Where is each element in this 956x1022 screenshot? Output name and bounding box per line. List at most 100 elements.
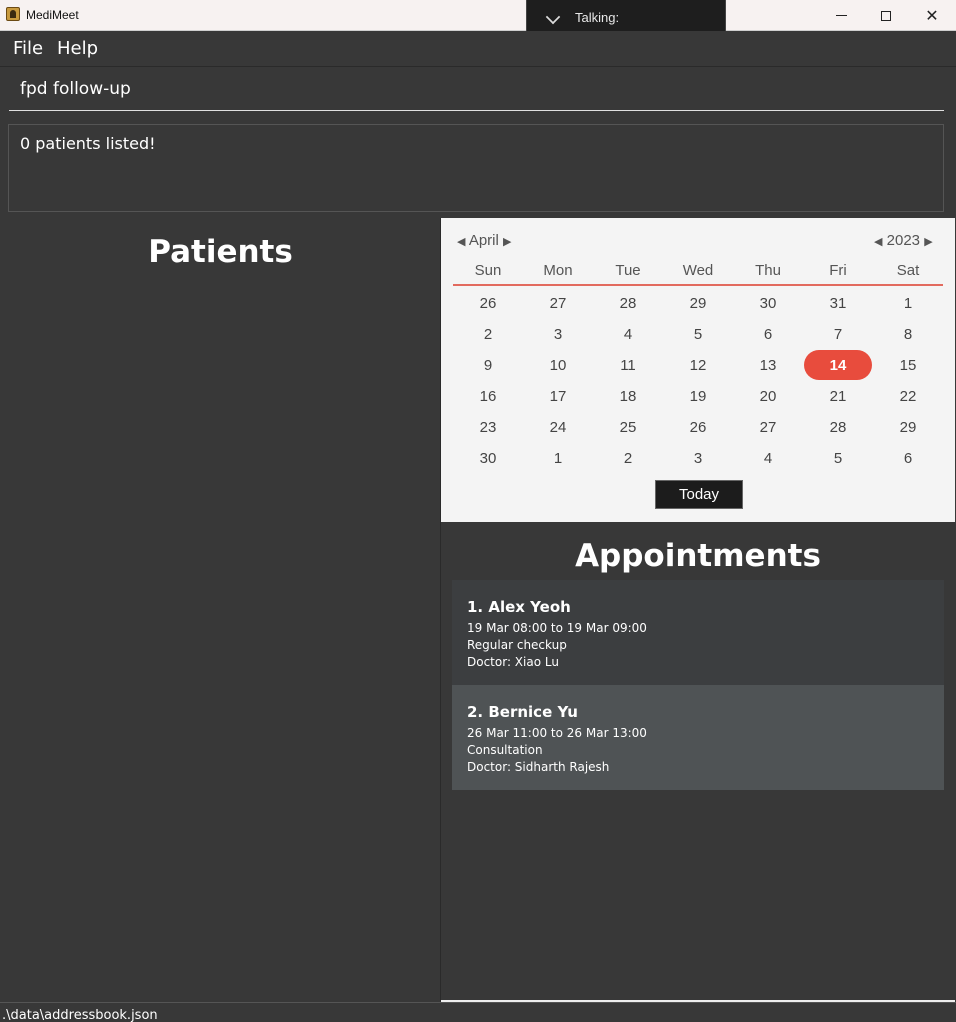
calendar-day-label: 25 bbox=[619, 419, 637, 436]
window-title: MediMeet bbox=[26, 8, 79, 22]
calendar-day[interactable]: 3 bbox=[663, 443, 733, 474]
appointments-title: Appointments bbox=[575, 538, 821, 574]
calendar-day[interactable]: 24 bbox=[523, 412, 593, 443]
calendar-day[interactable]: 11 bbox=[593, 350, 663, 381]
calendar-day-label: 6 bbox=[903, 450, 913, 467]
calendar-day[interactable]: 2 bbox=[593, 443, 663, 474]
menu-bar: File Help bbox=[0, 31, 956, 67]
prev-month-icon[interactable]: ◀ bbox=[457, 236, 465, 248]
calendar-day[interactable]: 5 bbox=[803, 443, 873, 474]
calendar-day-label: 15 bbox=[899, 357, 917, 374]
calendar-day[interactable]: 2 bbox=[453, 319, 523, 350]
appointment-description: Consultation bbox=[467, 743, 543, 757]
calendar-day-label: 8 bbox=[903, 326, 913, 343]
month-label: April bbox=[468, 232, 499, 249]
calendar-day[interactable]: 10 bbox=[523, 350, 593, 381]
calendar-day[interactable]: 26 bbox=[453, 288, 523, 319]
calendar-day-label: 22 bbox=[899, 388, 917, 405]
calendar-day[interactable]: 30 bbox=[453, 443, 523, 474]
calendar-day[interactable]: 29 bbox=[663, 288, 733, 319]
calendar-day-label: 17 bbox=[549, 388, 567, 405]
calendar-day[interactable]: 17 bbox=[523, 381, 593, 412]
calendar-day[interactable]: 28 bbox=[803, 412, 873, 443]
calendar-day-label: 19 bbox=[689, 388, 707, 405]
calendar-day[interactable]: 19 bbox=[663, 381, 733, 412]
calendar-day[interactable]: 16 bbox=[453, 381, 523, 412]
calendar-day-label: 6 bbox=[763, 326, 773, 343]
calendar-day[interactable]: 21 bbox=[803, 381, 873, 412]
maximize-icon bbox=[881, 10, 891, 21]
calendar-day[interactable]: 4 bbox=[733, 443, 803, 474]
weekday-label: Sun bbox=[474, 262, 502, 279]
calendar-day-label: 14 bbox=[829, 357, 847, 374]
calendar-day-label: 24 bbox=[549, 419, 567, 436]
next-year-icon[interactable]: ▶ bbox=[924, 236, 932, 248]
calendar-day[interactable]: 5 bbox=[663, 319, 733, 350]
calendar-day-label: 29 bbox=[899, 419, 917, 436]
calendar-day[interactable]: 23 bbox=[453, 412, 523, 443]
maximize-button[interactable] bbox=[863, 0, 909, 31]
calendar-day[interactable]: 18 bbox=[593, 381, 663, 412]
calendar-day[interactable]: 4 bbox=[593, 319, 663, 350]
calendar-day[interactable]: 9 bbox=[453, 350, 523, 381]
calendar-day[interactable]: 15 bbox=[873, 350, 943, 381]
minimize-button[interactable] bbox=[818, 0, 864, 31]
calendar-day[interactable]: 26 bbox=[663, 412, 733, 443]
calendar-day[interactable]: 6 bbox=[873, 443, 943, 474]
calendar-day[interactable]: 1 bbox=[873, 288, 943, 319]
year-nav: ◀ 2023 ▶ bbox=[874, 232, 933, 249]
patients-title: Patients bbox=[148, 234, 293, 270]
calendar-day-label: 18 bbox=[619, 388, 637, 405]
calendar-day-label: 20 bbox=[759, 388, 777, 405]
calendar-day[interactable]: 12 bbox=[663, 350, 733, 381]
appointment-card[interactable]: 1. Alex Yeoh 19 Mar 08:00 to 19 Mar 09:0… bbox=[452, 580, 944, 685]
appointment-doctor: Doctor: Sidharth Rajesh bbox=[467, 760, 610, 774]
calendar-day[interactable]: 3 bbox=[523, 319, 593, 350]
close-icon: ✕ bbox=[925, 6, 939, 25]
chevron-down-icon[interactable] bbox=[545, 9, 561, 25]
calendar-day[interactable]: 29 bbox=[873, 412, 943, 443]
calendar-day-label: 13 bbox=[759, 357, 777, 374]
calendar-day[interactable]: 27 bbox=[733, 412, 803, 443]
next-month-icon[interactable]: ▶ bbox=[503, 236, 511, 248]
calendar-day[interactable]: 13 bbox=[733, 350, 803, 381]
calendar-week-row: 2 3 4 5 6 7 8 bbox=[453, 319, 943, 350]
today-button[interactable]: Today bbox=[655, 480, 743, 509]
calendar-day-label: 30 bbox=[479, 450, 497, 467]
calendar-day[interactable]: 1 bbox=[523, 443, 593, 474]
calendar-day[interactable]: 30 bbox=[733, 288, 803, 319]
calendar-day-label: 29 bbox=[689, 295, 707, 312]
calendar-day[interactable]: 25 bbox=[593, 412, 663, 443]
close-button[interactable]: ✕ bbox=[909, 0, 955, 31]
calendar-day[interactable]: 6 bbox=[733, 319, 803, 350]
calendar-day-label: 28 bbox=[619, 295, 637, 312]
patients-panel: Patients bbox=[0, 218, 441, 1002]
calendar-day[interactable]: 31 bbox=[803, 288, 873, 319]
calendar-day[interactable]: 28 bbox=[593, 288, 663, 319]
weekday-label: Tue bbox=[615, 262, 641, 279]
menu-help[interactable]: Help bbox=[57, 38, 98, 59]
calendar-day[interactable]: 22 bbox=[873, 381, 943, 412]
menu-file[interactable]: File bbox=[13, 38, 43, 59]
result-message: 0 patients listed! bbox=[20, 134, 156, 153]
calendar-week-row: 9 10 11 12 13 14 15 bbox=[453, 350, 943, 381]
weekday-label: Sat bbox=[896, 262, 920, 279]
calendar-day[interactable]: 7 bbox=[803, 319, 873, 350]
command-input[interactable] bbox=[9, 68, 944, 111]
calendar-day-label: 28 bbox=[829, 419, 847, 436]
appointment-card[interactable]: 2. Bernice Yu 26 Mar 11:00 to 26 Mar 13:… bbox=[452, 685, 944, 790]
calendar-day-label: 3 bbox=[553, 326, 563, 343]
calendar-day-label: 2 bbox=[483, 326, 493, 343]
calendar-day[interactable]: 14 bbox=[803, 350, 873, 381]
calendar-day-label: 4 bbox=[623, 326, 633, 343]
calendar-day[interactable]: 8 bbox=[873, 319, 943, 350]
calendar-day[interactable]: 20 bbox=[733, 381, 803, 412]
calendar-day-label: 30 bbox=[759, 295, 777, 312]
calendar-day[interactable]: 27 bbox=[523, 288, 593, 319]
appointment-description: Regular checkup bbox=[467, 638, 567, 652]
status-file-path: .\data\addressbook.json bbox=[2, 1008, 158, 1022]
prev-year-icon[interactable]: ◀ bbox=[874, 236, 882, 248]
calendar-day-label: 11 bbox=[620, 357, 636, 374]
calendar-day-label: 26 bbox=[479, 295, 497, 312]
weekday-label: Fri bbox=[829, 262, 847, 279]
